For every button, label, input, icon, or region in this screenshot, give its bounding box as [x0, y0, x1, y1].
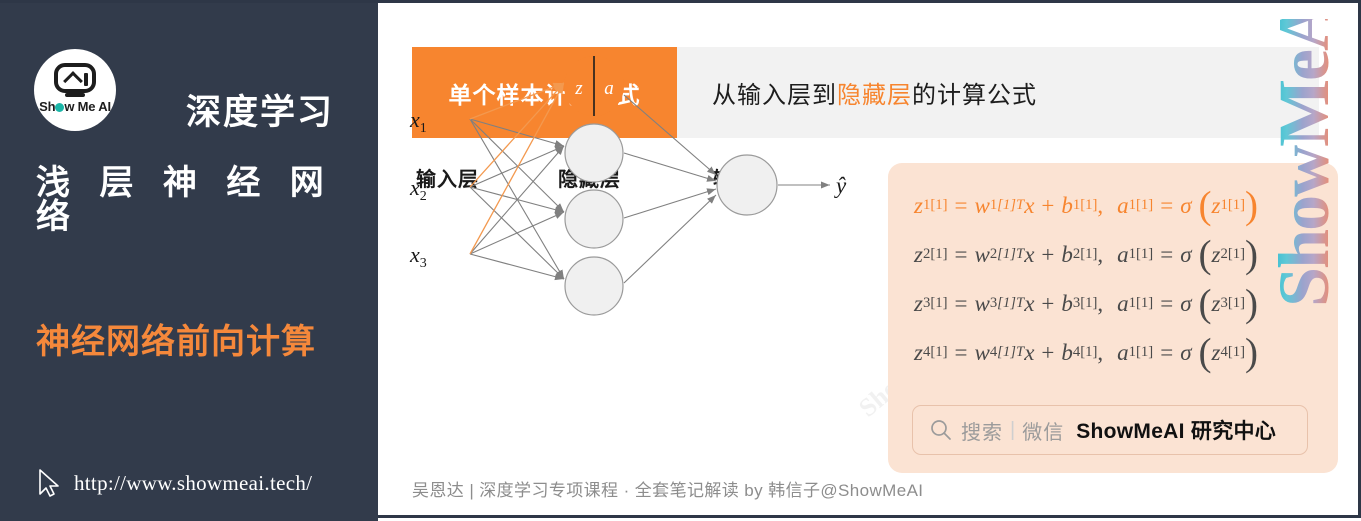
formula-row-2: z 2 [1] = w 2 [1]T x + b 2 [1], a 1 [1] = σ( z 2 [1…	[914, 232, 1259, 276]
neural-network-diagram: z a x1 x2 x3 ŷ	[409, 56, 847, 316]
chevron-up-icon	[63, 71, 83, 91]
footer-credit: 吴恩达 | 深度学习专项课程 · 全套笔记解读 by 韩信子@ShowMeAI	[412, 481, 924, 500]
search-channel: 微信	[1022, 421, 1065, 444]
side-watermark: ShowMeAI	[1266, 19, 1344, 307]
formula-list: z 1 [1] = w 1 [1]T x + b 1 [1], a 1 [1] = σ( z 1 [1…	[914, 181, 1322, 377]
hidden-node-3[interactable]	[564, 189, 624, 249]
brand-logo: Sh w Me AI	[34, 49, 116, 131]
active-node-a-label: a	[604, 78, 614, 99]
logo-text-before: Sh	[39, 99, 56, 114]
active-node-z-label: z	[574, 78, 583, 99]
prediction-label: ŷ	[834, 173, 847, 198]
side-watermark-text: ShowMeAI	[1266, 19, 1344, 307]
header-desc-part2: 的计算公式	[912, 82, 1037, 109]
sidebar: Sh w Me AI 深度学习 浅 层 神 经 网 络 神经网络前向计算 http…	[0, 3, 378, 521]
bar-icon	[84, 73, 88, 86]
site-url[interactable]: http://www.showmeai.tech/	[74, 471, 312, 496]
search-divider: |	[1010, 418, 1016, 441]
topic-highlight: 神经网络前向计算	[36, 323, 316, 361]
course-title: 深度学习	[186, 93, 335, 132]
edges-highlight-to-active-node	[469, 82, 565, 255]
output-node[interactable]	[716, 154, 778, 216]
search-placeholder: 搜索	[961, 421, 1003, 444]
logo-wordmark: Sh w Me AI	[34, 99, 116, 114]
course-subtitle: 浅 层 神 经 网 络	[36, 164, 334, 236]
formula-row-1: z 1 [1] = w 1 [1]T x + b 1 [1], a 1 [1] = σ( z 1 [1…	[914, 183, 1259, 227]
input-label-x3: x3	[409, 242, 427, 271]
logo-text-after: w Me AI	[64, 99, 111, 114]
hidden-node-2[interactable]	[564, 123, 624, 183]
logo-circle: Sh w Me AI	[34, 49, 116, 131]
edges-hidden-output	[623, 94, 717, 284]
edges-input-hidden	[469, 118, 565, 281]
slide-canvas: Sh w Me AI 深度学习 浅 层 神 经 网 络 神经网络前向计算 http…	[0, 0, 1361, 521]
hidden-node-4[interactable]	[564, 256, 624, 316]
input-labels: x1 x2 x3	[409, 107, 427, 271]
input-label-x2: x2	[409, 175, 427, 204]
input-label-x1: x1	[409, 107, 427, 136]
content-area: 单个样本计算方式 从输入层到隐藏层的计算公式 输入层 隐藏层 输出层	[378, 3, 1358, 515]
mouse-pointer-icon	[39, 469, 59, 497]
formula-row-3: z 3 [1] = w 3 [1]T x + b 3 [1], a 1 [1] = σ( z 3 [1…	[914, 281, 1259, 325]
search-icon	[931, 420, 951, 440]
robot-neck-icon	[65, 93, 85, 97]
formula-row-4: z 4 [1] = w 4 [1]T x + b 4 [1], a 1 [1] = σ( z 4 [1…	[914, 330, 1259, 374]
robot-face-icon	[54, 63, 96, 93]
search-brand: ShowMeAI 研究中心	[1076, 420, 1277, 443]
hidden-node-1-active[interactable]: z a	[564, 56, 624, 116]
site-url-row[interactable]: http://www.showmeai.tech/	[34, 467, 312, 499]
logo-dot-icon	[55, 103, 65, 112]
search-bar[interactable]: 搜索 | 微信 ShowMeAI 研究中心	[912, 405, 1308, 455]
